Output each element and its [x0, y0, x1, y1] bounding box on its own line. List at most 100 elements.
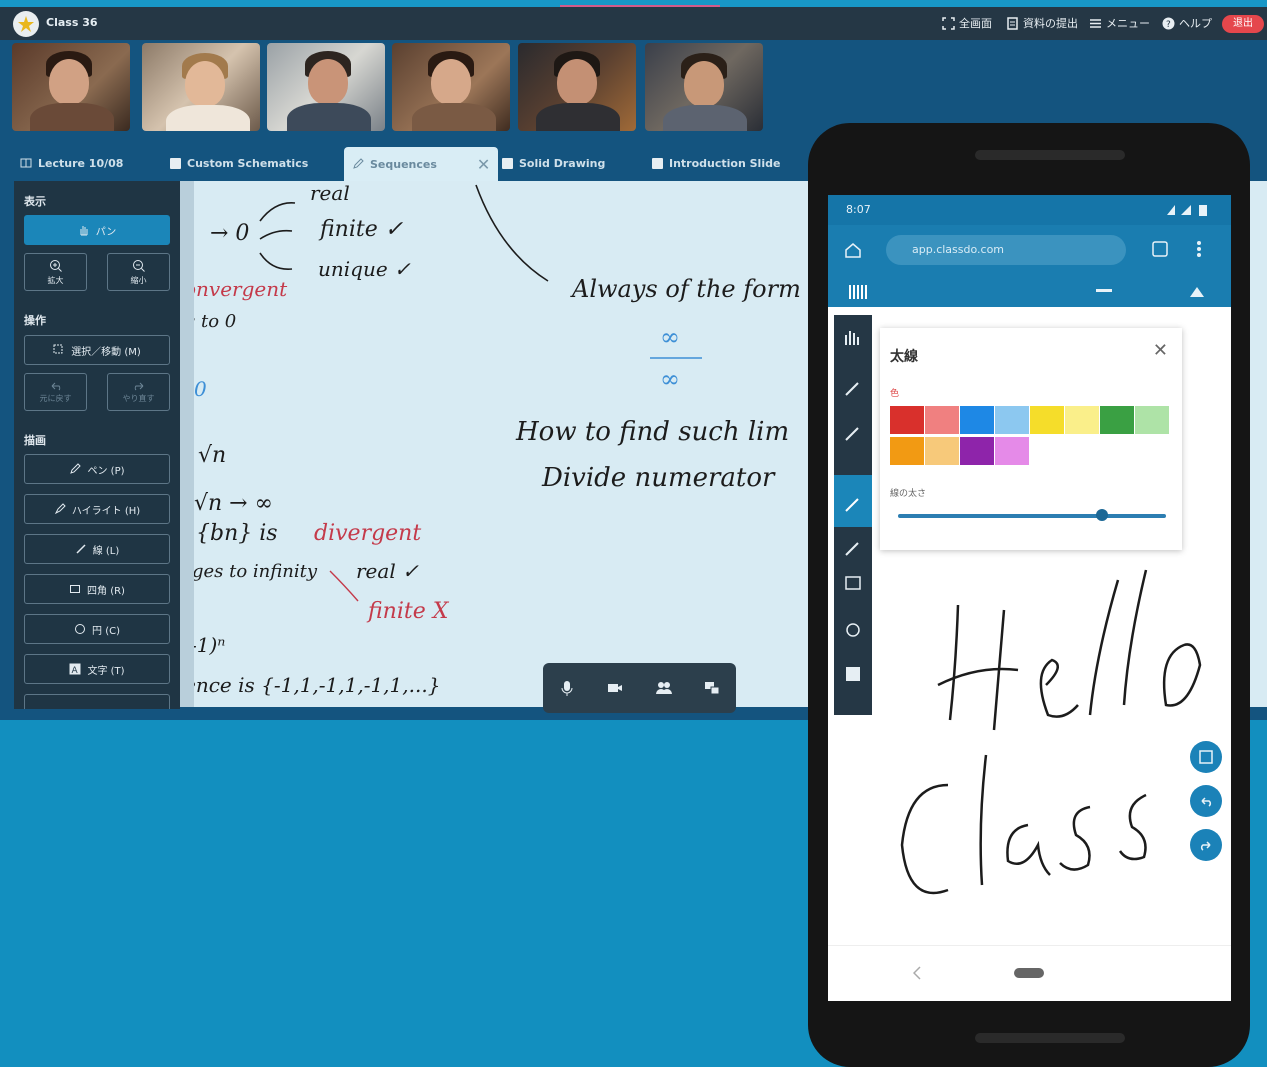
undo-button[interactable]: 元に戻す [24, 373, 87, 411]
camera-icon[interactable] [606, 679, 624, 697]
video-tile-2[interactable] [142, 43, 260, 131]
line-label: 線 (L) [92, 545, 120, 557]
app-logo [13, 11, 39, 37]
menu-icon [1090, 18, 1101, 28]
video-tile-6[interactable] [645, 43, 763, 131]
save-fab-button[interactable] [1190, 741, 1222, 773]
help-button[interactable]: ? ヘルプ [1162, 15, 1212, 31]
note-sequence: ence is {-1,1,-1,1,-1,1,...} [184, 673, 441, 697]
tab-sequences[interactable]: Sequences ✕ [344, 147, 499, 181]
draw-heading: 描画 [24, 434, 46, 447]
redo-button[interactable]: やり直す [107, 373, 170, 411]
phone-screen: 8:07 app.classdo.com 太線 ✕ 色 線の太さ [828, 195, 1231, 1001]
color-swatch[interactable] [890, 406, 924, 434]
tab-lecture[interactable]: Lecture 10/08 [20, 147, 123, 179]
width-slider[interactable] [898, 509, 1166, 521]
color-swatch[interactable] [995, 437, 1029, 465]
home-pill[interactable] [1014, 968, 1044, 978]
note-neg-one-power: -1)ⁿ [190, 633, 226, 657]
share-icon[interactable] [1188, 283, 1206, 299]
signal-battery-icon [1167, 205, 1207, 216]
pen-settings-title: 太線 [890, 349, 918, 365]
color-swatch[interactable] [890, 437, 924, 465]
zoom-out-icon [132, 259, 145, 272]
titlebar: Class 36 全画面 資料の提出 メニュー ? ヘルプ 退出 [0, 7, 1267, 40]
fullscreen-label: 全画面 [959, 17, 992, 30]
pen-button[interactable]: ペン (P) [24, 454, 170, 484]
zoom-in-label: 拡大 [47, 275, 64, 285]
note-finite-x: finite X [368, 599, 449, 624]
undo-fab-button[interactable] [1190, 785, 1222, 817]
slider-knob[interactable] [1095, 509, 1108, 521]
circle-button[interactable]: 円 (C) [24, 614, 170, 644]
save-icon [1199, 750, 1213, 764]
note-to-zero: → 0 [210, 221, 250, 246]
handwriting-hello [937, 569, 1202, 731]
line-button[interactable]: 線 (L) [24, 534, 170, 564]
highlight-label: ハイライト (H) [71, 505, 141, 517]
color-swatch[interactable] [925, 406, 959, 434]
tab-label: Lecture 10/08 [38, 156, 124, 170]
participants-icon[interactable] [655, 679, 673, 697]
highlighter-icon [54, 503, 66, 515]
note-divergent: divergent [314, 521, 422, 546]
select-move-label: 選択／移動 (M) [71, 346, 141, 358]
status-time: 8:07 [846, 203, 871, 216]
url-field[interactable]: app.classdo.com [886, 235, 1126, 265]
close-icon[interactable]: ✕ [1153, 340, 1168, 361]
svg-text:A: A [72, 666, 79, 675]
pen-settings-popup: 太線 ✕ 色 線の太さ [880, 328, 1182, 550]
color-swatch[interactable] [1030, 406, 1064, 434]
note-unique: unique ✓ [318, 257, 411, 281]
screen-share-icon[interactable] [703, 679, 721, 697]
highlight-button[interactable]: ハイライト (H) [24, 494, 170, 524]
zoom-out-label: 縮小 [130, 275, 147, 285]
close-icon[interactable]: ✕ [477, 155, 490, 174]
back-icon[interactable] [913, 966, 921, 980]
note-convergent: onvergent [184, 277, 288, 301]
operation-heading: 操作 [24, 314, 46, 327]
color-swatch[interactable] [1135, 406, 1169, 434]
leave-button[interactable]: 退出 [1222, 15, 1264, 33]
note-real-check: real ✓ [356, 559, 419, 583]
tab-solid-drawing[interactable]: Solid Drawing [502, 147, 605, 179]
page-icon [170, 157, 181, 169]
zoom-in-button[interactable]: 拡大 [24, 253, 87, 291]
microphone-icon[interactable] [558, 679, 576, 697]
color-swatch[interactable] [1100, 406, 1134, 434]
text-button[interactable]: A 文字 (T) [24, 654, 170, 684]
help-label: ヘルプ [1179, 17, 1212, 30]
color-swatch[interactable] [1065, 406, 1099, 434]
color-swatch[interactable] [995, 406, 1029, 434]
more-tools-button[interactable] [24, 694, 170, 709]
pan-label: パン [95, 226, 117, 238]
tab-label: Custom Schematics [187, 156, 309, 170]
zoom-out-button[interactable]: 縮小 [107, 253, 170, 291]
note-goes-infinity: ges to infinity [192, 561, 318, 582]
note-infinity-bottom: ∞ [660, 365, 680, 393]
color-swatch[interactable] [960, 437, 994, 465]
more-vertical-icon[interactable] [1196, 239, 1202, 259]
video-tile-4[interactable] [392, 43, 510, 131]
grid-menu-icon[interactable] [848, 283, 868, 301]
video-tile-1[interactable] [12, 43, 130, 131]
color-swatch[interactable] [960, 406, 994, 434]
tabs-icon[interactable] [1150, 239, 1170, 259]
minimize-icon[interactable] [1096, 289, 1112, 293]
fullscreen-button[interactable]: 全画面 [942, 15, 992, 31]
text-label: 文字 (T) [87, 665, 125, 677]
tab-introduction-slide[interactable]: Introduction Slide [652, 147, 780, 179]
menu-button[interactable]: メニュー [1089, 15, 1150, 31]
video-tile-3[interactable] [267, 43, 385, 131]
rect-button[interactable]: 四角 (R) [24, 574, 170, 604]
page-icon [502, 157, 513, 169]
pan-button[interactable]: パン [24, 215, 170, 245]
color-swatch[interactable] [925, 437, 959, 465]
home-icon[interactable] [844, 241, 862, 259]
tab-custom-schematics[interactable]: Custom Schematics [170, 147, 308, 179]
video-tile-5[interactable] [518, 43, 636, 131]
materials-button[interactable]: 資料の提出 [1006, 15, 1078, 31]
select-move-button[interactable]: 選択／移動 (M) [24, 335, 170, 365]
redo-fab-button[interactable] [1190, 829, 1222, 861]
handwriting-canvas[interactable] [828, 545, 1231, 945]
